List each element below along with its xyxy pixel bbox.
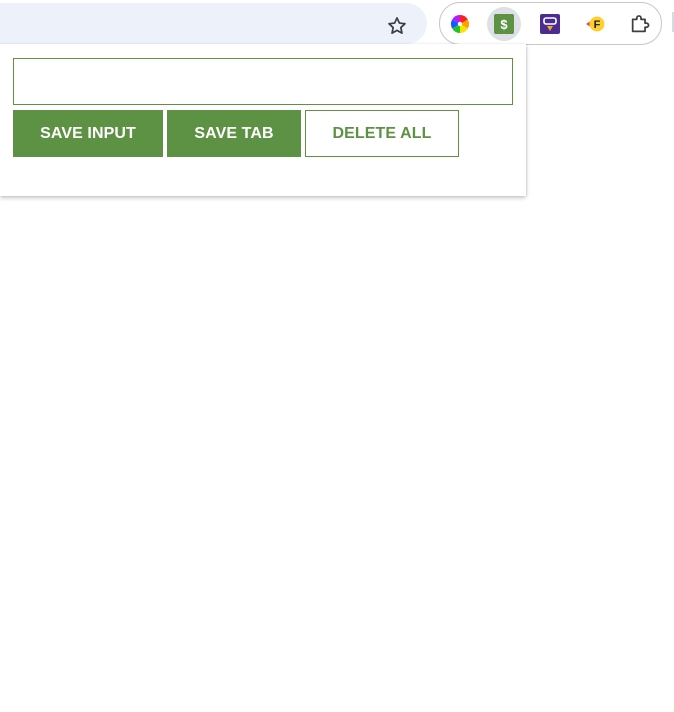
bookmark-star-icon[interactable]	[380, 9, 414, 43]
svg-text:F: F	[594, 19, 601, 31]
color-wheel-icon[interactable]	[443, 7, 477, 41]
f-badge-icon[interactable]: F	[578, 7, 612, 41]
delete-all-button[interactable]: DELETE ALL	[305, 110, 459, 157]
extension-popup: SAVE INPUT SAVE TAB DELETE ALL	[0, 44, 526, 196]
save-input-button[interactable]: SAVE INPUT	[13, 110, 163, 157]
dollar-icon[interactable]: $	[487, 7, 521, 41]
lead-input[interactable]	[13, 58, 513, 105]
purple-badge-icon[interactable]	[533, 7, 567, 41]
browser-window: $ F SAVE INPUT SAVE TAB DELETE ALL	[0, 0, 674, 712]
extensions-toolbar: $ F	[439, 2, 662, 45]
address-bar[interactable]	[0, 3, 427, 44]
dollar-glyph: $	[494, 14, 514, 34]
save-tab-button[interactable]: SAVE TAB	[167, 110, 301, 157]
puzzle-piece-icon[interactable]	[623, 7, 657, 41]
